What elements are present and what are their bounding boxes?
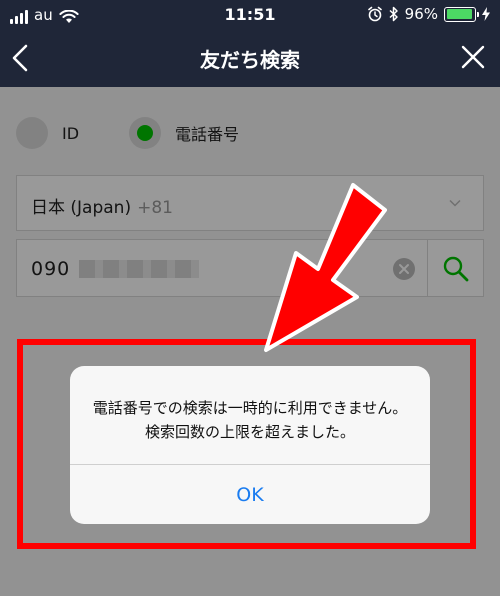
app-header: au 11:51 96% 友だち検索 [0, 0, 500, 87]
alarm-icon [367, 6, 382, 22]
nav-bar: 友だち検索 [0, 30, 500, 87]
bluetooth-icon [389, 6, 398, 22]
battery-fill [446, 9, 473, 19]
charging-icon [482, 7, 490, 21]
battery-icon [444, 6, 479, 22]
page-title: 友だち検索 [200, 48, 300, 72]
status-right: 96% [367, 5, 490, 23]
arrow-icon [264, 183, 387, 352]
status-bar: au 11:51 96% [0, 0, 500, 30]
close-icon[interactable] [460, 44, 486, 70]
battery-percent: 96% [404, 5, 438, 23]
highlight-box [17, 339, 476, 549]
